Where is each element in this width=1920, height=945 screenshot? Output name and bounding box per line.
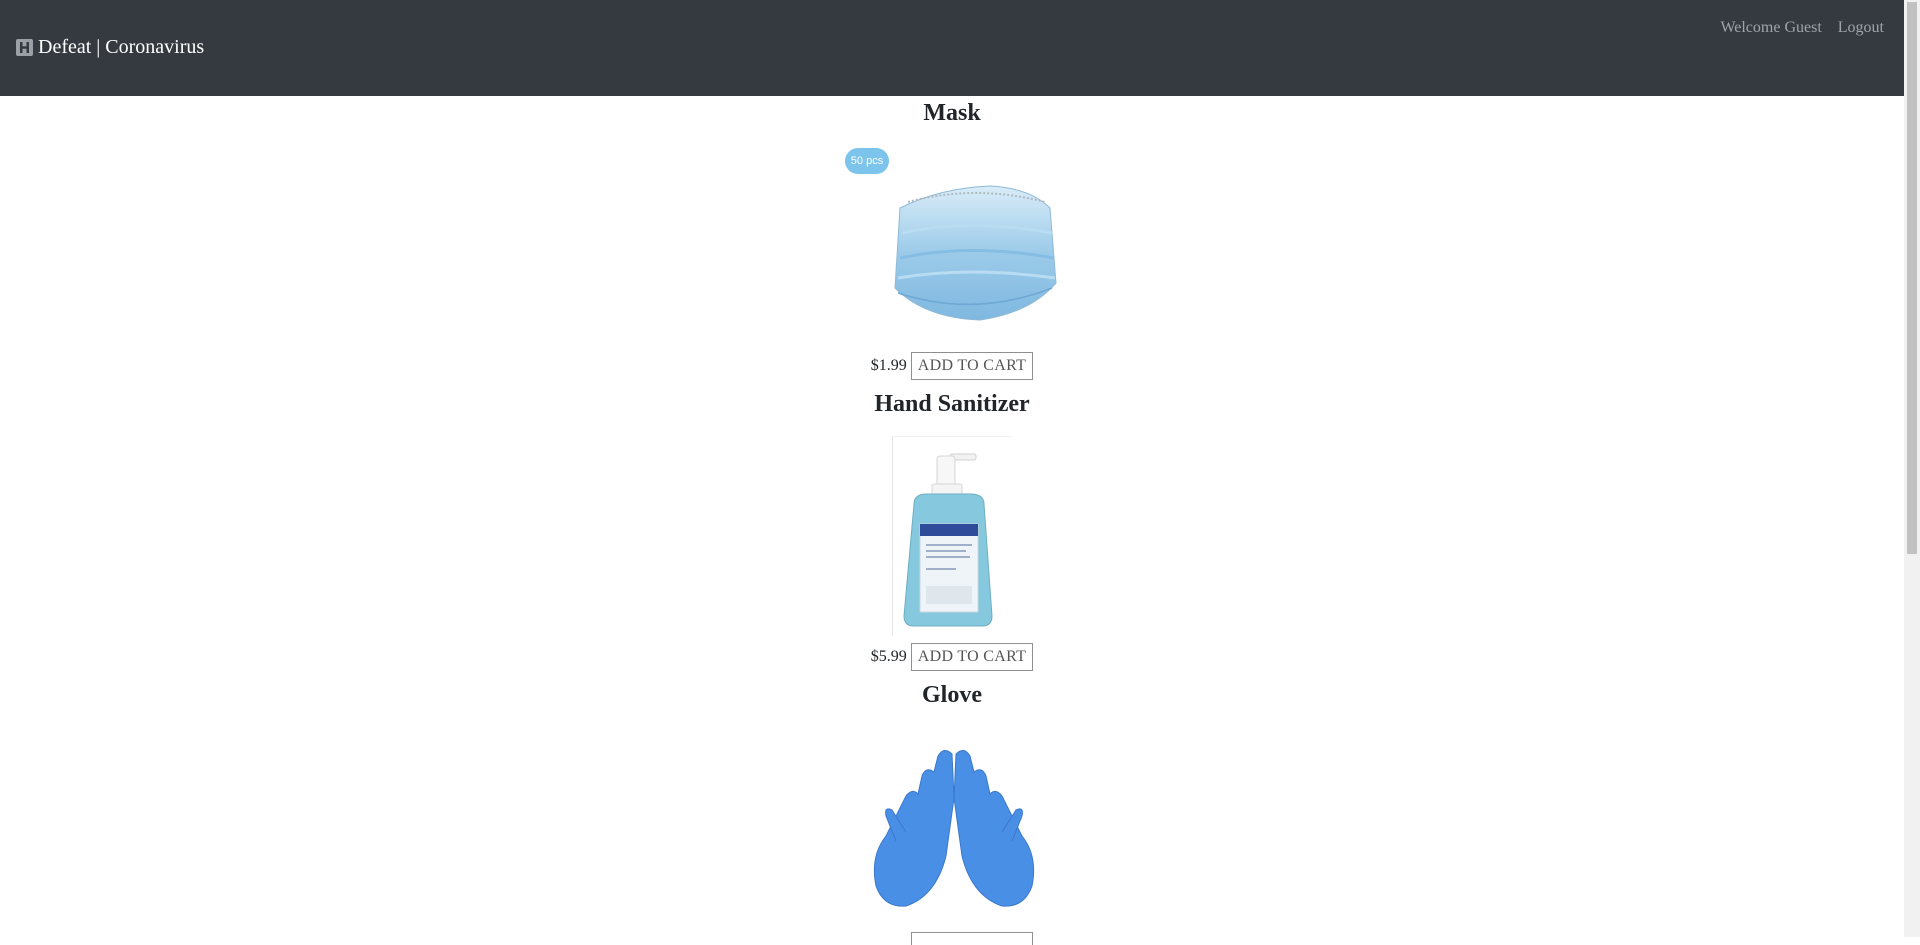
page-scrollbar[interactable] [1904, 0, 1920, 937]
add-to-cart-button[interactable]: ADD TO CART [910, 643, 1034, 671]
product-title: Mask [923, 100, 981, 126]
product-card-mask: Mask [0, 100, 1904, 127]
brand-link[interactable]: Defeat | Coronavirus [16, 36, 204, 59]
hand-sanitizer-bottle-image [892, 436, 1012, 636]
product-card-glove: Glove [0, 682, 1904, 709]
quantity-badge: 50 pcs [845, 148, 889, 174]
surgical-mask-image [894, 185, 1057, 321]
brand-label: Defeat | Coronavirus [38, 36, 205, 58]
hospital-icon [16, 39, 33, 56]
product-title: Hand Sanitizer [874, 391, 1030, 417]
product-card-hand-sanitizer: Hand Sanitizer [0, 391, 1904, 418]
price-label: $1.99 [870, 357, 907, 374]
nav-user-menu: Welcome Guest Logout [1720, 19, 1884, 37]
price-label: $5.99 [870, 648, 907, 665]
top-navbar: Defeat | Coronavirus Welcome Guest Logou… [0, 0, 1904, 96]
add-to-cart-button-partial[interactable] [911, 932, 1033, 945]
scrollbar-thumb[interactable] [1907, 2, 1917, 554]
buy-row: $1.99 ADD TO CART [0, 352, 1904, 380]
buy-row: $5.99 ADD TO CART [0, 643, 1904, 671]
welcome-text: Welcome Guest [1720, 19, 1822, 36]
logout-link[interactable]: Logout [1838, 19, 1884, 37]
add-to-cart-button[interactable]: ADD TO CART [910, 352, 1034, 380]
blue-nitrile-gloves-image [873, 750, 1035, 907]
product-title: Glove [922, 682, 982, 708]
